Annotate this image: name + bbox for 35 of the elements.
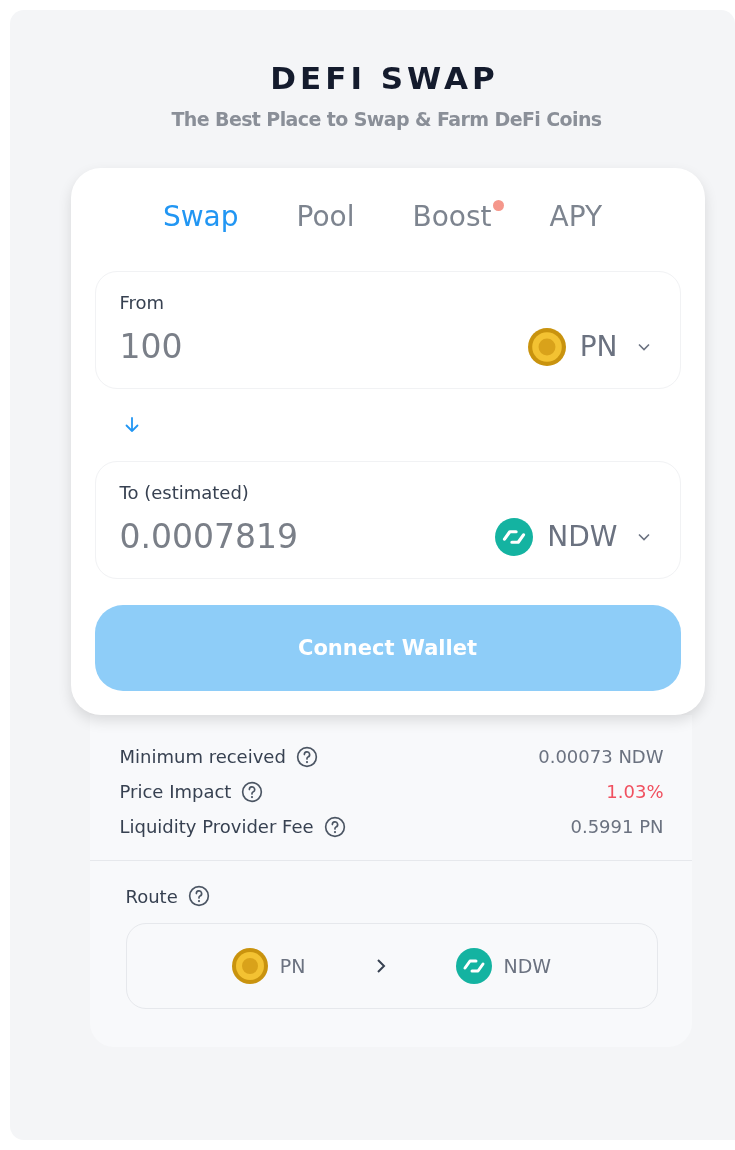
token-selector[interactable]: PN <box>527 327 656 366</box>
help-icon[interactable] <box>187 885 210 907</box>
tab[interactable]: Boost <box>410 196 504 237</box>
token-symbol: PN <box>279 955 306 977</box>
chevron-down-icon <box>637 342 650 351</box>
detail-value: 0.00073 NDW <box>538 746 664 767</box>
help-icon[interactable] <box>241 780 264 803</box>
detail-value: 1.03% <box>606 781 664 802</box>
token-amount-field[interactable]: From 100 PN <box>94 271 681 389</box>
token-selector[interactable]: NDW <box>495 517 656 556</box>
amount-value: 100 <box>119 327 183 366</box>
help-icon[interactable] <box>295 745 318 768</box>
route-label: Route <box>125 885 178 907</box>
field-label: To (estimated) <box>119 482 249 503</box>
help-icon[interactable] <box>323 815 346 838</box>
tab[interactable]: Swap <box>160 196 251 237</box>
coin-icon <box>527 327 566 366</box>
detail-label: Minimum received <box>119 746 286 767</box>
app-subtitle: The Best Place to Swap & Farm DeFi Coins <box>171 108 602 130</box>
tab[interactable]: APY <box>547 196 615 237</box>
chevron-down-icon <box>637 532 650 541</box>
link-coin-icon <box>455 948 492 984</box>
amount-value: 0.0007819 <box>119 517 298 556</box>
token-symbol: NDW <box>503 955 552 977</box>
coin-icon <box>231 948 268 984</box>
detail-label: Liquidity Provider Fee <box>119 816 314 837</box>
tab[interactable]: Pool <box>294 196 367 237</box>
detail-value: 0.5991 PN <box>570 816 664 837</box>
token-amount-field[interactable]: To (estimated) 0.0007819 NDW <box>94 461 681 579</box>
link-coin-icon <box>495 517 534 556</box>
detail-label: Price Impact <box>119 781 232 802</box>
field-label: From <box>119 292 165 313</box>
arrow-down-icon[interactable] <box>124 417 139 433</box>
app-title: DEFI SWAP <box>270 59 499 98</box>
chevron-right-icon <box>375 958 386 974</box>
